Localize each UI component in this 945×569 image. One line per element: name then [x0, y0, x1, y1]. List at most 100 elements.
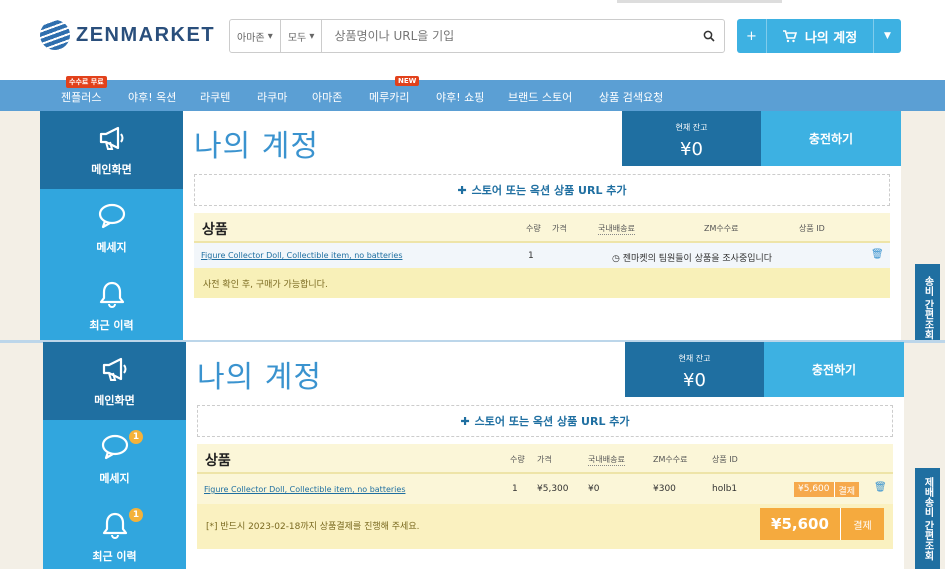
page-title: 나의 계정 [194, 129, 319, 164]
total-pay-button[interactable]: ¥5,600 결제 [760, 508, 884, 540]
sidebar-item-messages[interactable]: 메세지 [40, 189, 183, 267]
row-status-text: 젠마켓의 팀원들이 상품을 조사중입니다 [622, 254, 773, 264]
balance-label: 현재 잔고 [678, 354, 711, 363]
history-count-badge: 1 [129, 508, 143, 522]
balance-value: ¥0 [683, 370, 706, 391]
nav-item-zenplus[interactable]: 젠플러스 [61, 89, 101, 105]
col-price: 가격 [552, 224, 567, 233]
notice-banner: 사전 확인 후, 구매가 가능합니다. [194, 268, 890, 298]
megaphone-icon [99, 126, 123, 150]
total-pay-label: 결제 [840, 508, 884, 540]
account-panel-before: 메인화면 메세지 최근 이력 나의 계정 현재 잔고 ¥0 충전하기 ✚ 스토어… [0, 111, 945, 341]
balance-label: 현재 잔고 [675, 123, 708, 132]
col-qty: 수량 [510, 455, 525, 464]
bell-icon [102, 512, 127, 539]
add-url-button[interactable]: ✚ 스토어 또는 옥션 상품 URL 추가 [194, 174, 890, 206]
account-panel-after: 메인화면 1 메세지 1 최근 이력 나의 계정 현재 잔고 ¥0 충전하기 ✚… [0, 342, 945, 569]
speech-bubble-icon [101, 434, 128, 460]
badge-new: NEW [395, 76, 420, 86]
cart-table-header: 상품 수량 가격 국내배송료 ZM수수료 상품 ID [194, 213, 890, 243]
plus-icon: ✚ [457, 183, 467, 197]
sidebar-item-label: 메세지 [96, 241, 127, 254]
clock-icon: ◷ [612, 254, 620, 264]
add-url-button[interactable]: ✚ 스토어 또는 옥션 상품 URL 추가 [197, 405, 893, 437]
row-pay-label: 결제 [833, 482, 860, 497]
nav-item-yahoo-auction[interactable]: 야후! 옥션 [128, 89, 176, 105]
row-domestic: ¥0 [588, 484, 600, 494]
charge-button[interactable]: 충전하기 [764, 342, 904, 397]
search-input[interactable] [322, 20, 694, 52]
megaphone-icon [102, 357, 126, 381]
account-button[interactable]: + 나의 계정 ▼ [737, 19, 901, 53]
search-button[interactable] [694, 20, 724, 52]
shipping-calc-tab[interactable]: 송비 간편조회 [915, 264, 940, 341]
sidebar-item-label: 최근 이력 [89, 319, 134, 332]
trash-icon[interactable]: 🗑 [874, 482, 887, 493]
cart-icon [782, 29, 797, 42]
search-icon [703, 30, 715, 42]
row-qty: 1 [512, 484, 518, 494]
shipping-calc-tab[interactable]: 제배송비 간편조회 [915, 468, 940, 569]
sidebar-item-history[interactable]: 최근 이력 [40, 267, 183, 341]
plus-icon: ✚ [460, 414, 470, 428]
nav-item-mercari[interactable]: 메루카리 [369, 89, 409, 105]
main-nav: 젠플러스 수수료 무료 야후! 옥션 라쿠텐 라쿠마 아마존 메루카리 NEW … [0, 76, 945, 111]
search-source-label: 아마존 [237, 32, 265, 44]
table-heading: 상품 [202, 222, 228, 238]
caret-down-icon: ▼ [884, 31, 891, 41]
nav-item-rakuma[interactable]: 라쿠마 [257, 89, 287, 105]
sidebar-item-history[interactable]: 1 최근 이력 [43, 498, 186, 569]
account-sidebar: 메인화면 1 메세지 1 최근 이력 [43, 342, 186, 569]
table-row: Figure Collector Doll, Collectible item,… [194, 243, 890, 268]
total-amount: ¥5,600 [771, 515, 829, 533]
row-pay-button[interactable]: ¥5,600 결제 [794, 482, 860, 497]
logo[interactable]: ZENMARKET [40, 20, 215, 50]
account-add-button[interactable]: + [737, 19, 767, 53]
speech-bubble-icon [98, 203, 125, 229]
trash-icon[interactable]: 🗑 [871, 249, 884, 260]
sidebar-item-label: 메세지 [99, 472, 130, 485]
charge-button[interactable]: 충전하기 [761, 111, 901, 166]
row-price: ¥5,300 [537, 484, 569, 494]
account-sidebar: 메인화면 메세지 최근 이력 [40, 111, 183, 341]
col-domestic-shipping: 국내배송료 [598, 224, 635, 235]
sidebar-item-messages[interactable]: 1 메세지 [43, 420, 186, 498]
sidebar-item-label: 최근 이력 [92, 550, 137, 563]
caret-down-icon: ▾ [309, 30, 315, 42]
nav-item-yahoo-shopping[interactable]: 야후! 쇼핑 [436, 89, 484, 105]
col-zm-fee: ZM수수료 [704, 224, 739, 233]
add-url-label: 스토어 또는 옥션 상품 URL 추가 [471, 184, 627, 197]
nav-item-product-request[interactable]: 상품 검색요청 [599, 89, 663, 105]
nav-item-rakuten[interactable]: 라쿠텐 [200, 89, 230, 105]
search-category-label: 모두 [287, 32, 307, 44]
row-status: ◷ 젠마켓의 팀원들이 상품을 조사중입니다 [612, 251, 772, 264]
logo-mark-icon [40, 20, 70, 50]
account-dropdown-button[interactable]: ▼ [873, 19, 901, 53]
table-heading: 상품 [205, 453, 231, 469]
sidebar-item-main[interactable]: 메인화면 [40, 111, 183, 189]
account-main[interactable]: 나의 계정 [767, 19, 873, 53]
badge-free-fee: 수수료 무료 [66, 76, 107, 88]
nav-item-amazon[interactable]: 아마존 [312, 89, 342, 105]
nav-item-brand-store[interactable]: 브랜드 스토어 [508, 89, 572, 105]
balance-box: 현재 잔고 ¥0 [625, 342, 764, 397]
page-title: 나의 계정 [197, 360, 322, 395]
product-link[interactable]: Figure Collector Doll, Collectible item,… [201, 251, 402, 260]
site-header: ZENMARKET 아마존 ▾ 모두 ▾ + 나의 계정 ▼ [0, 0, 945, 80]
product-link[interactable]: Figure Collector Doll, Collectible item,… [204, 485, 405, 494]
col-qty: 수량 [526, 224, 541, 233]
table-row: Figure Collector Doll, Collectible item,… [197, 474, 893, 504]
row-total: ¥5,600 [798, 484, 830, 494]
account-content: 나의 계정 현재 잔고 ¥0 충전하기 ✚ 스토어 또는 옥션 상품 URL 추… [186, 342, 904, 569]
row-fee: ¥300 [653, 484, 676, 494]
search-source-select[interactable]: 아마존 ▾ [230, 20, 281, 52]
message-count-badge: 1 [129, 430, 143, 444]
col-domestic-shipping: 국내배송료 [588, 455, 625, 466]
cart-table-header: 상품 수량 가격 국내배송료 ZM수수료 상품 ID [197, 444, 893, 474]
col-product-id: 상품 ID [799, 224, 825, 233]
col-price: 가격 [537, 455, 552, 464]
bell-icon [99, 281, 124, 308]
sidebar-item-main[interactable]: 메인화면 [43, 342, 186, 420]
search-category-select[interactable]: 모두 ▾ [281, 20, 323, 52]
account-content: 나의 계정 현재 잔고 ¥0 충전하기 ✚ 스토어 또는 옥션 상품 URL 추… [183, 111, 901, 341]
